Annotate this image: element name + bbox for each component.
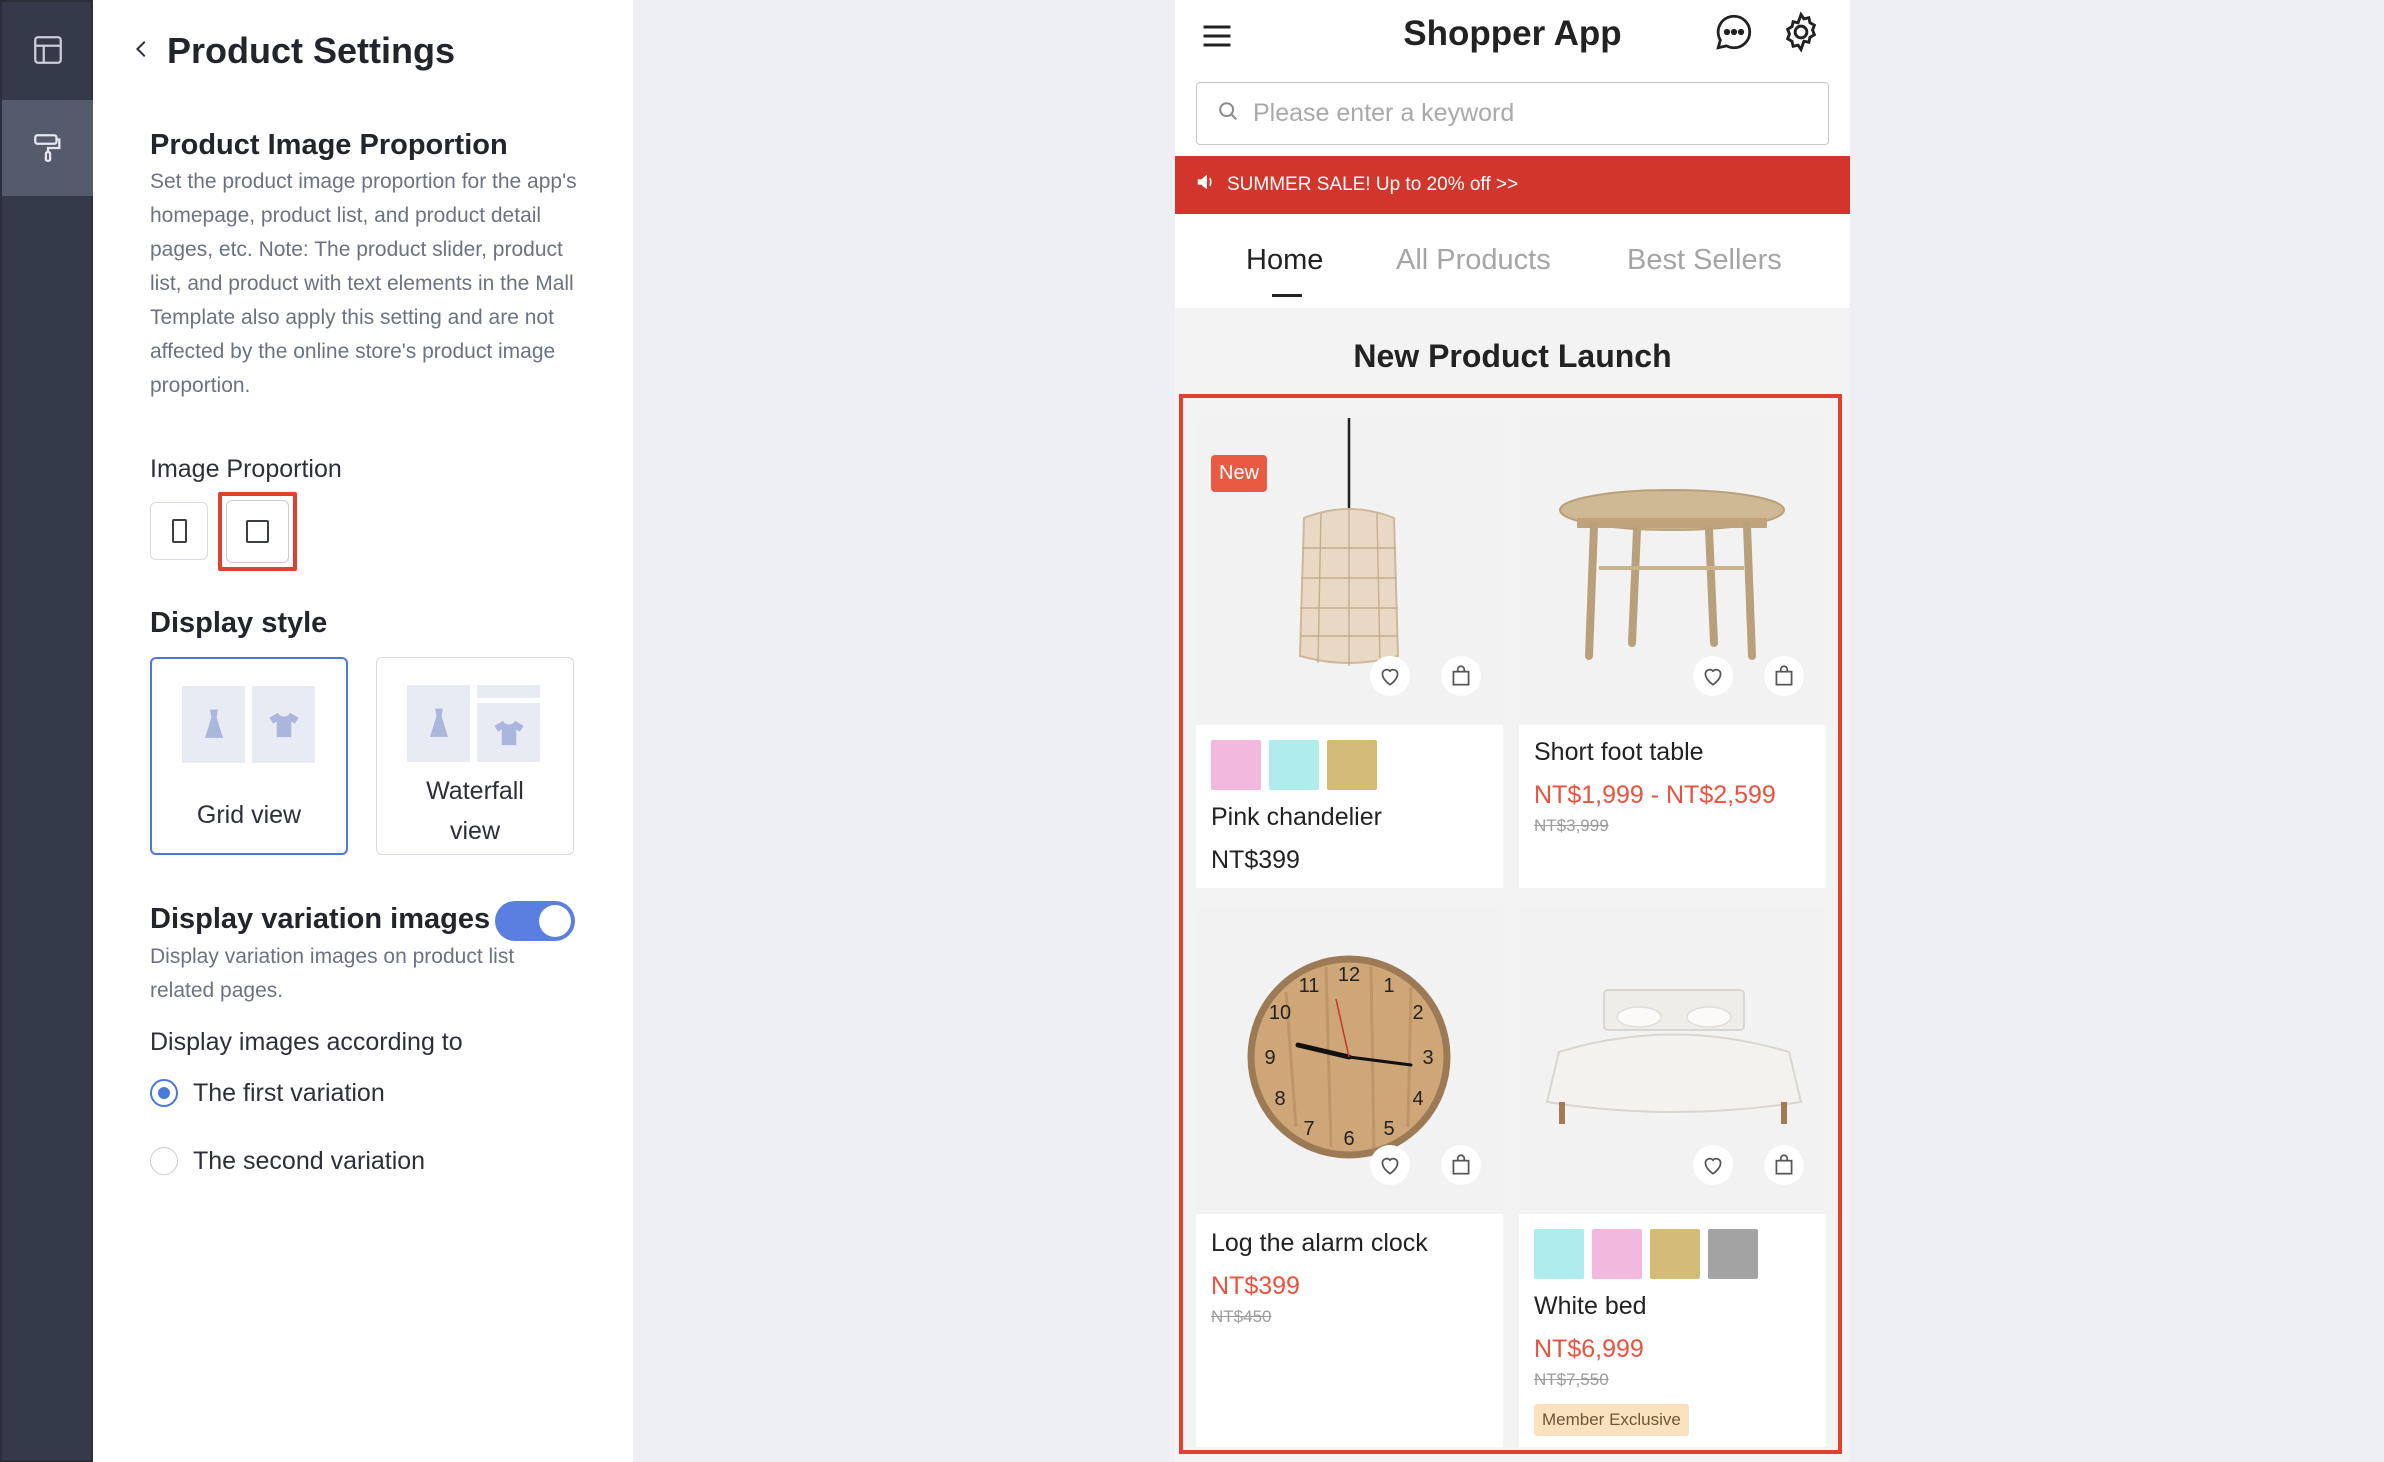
app-preview: Shopper App SUMMER SALE! Up to 20% off >…: [1175, 0, 1850, 1462]
panel-header: Product Settings: [131, 30, 455, 72]
waterfall-view-label: Waterfall view: [426, 777, 524, 845]
dress-icon: [407, 685, 470, 762]
tab-home[interactable]: Home: [1246, 244, 1323, 297]
waterfall-view-option[interactable]: Waterfall view: [376, 657, 574, 855]
second-variation-radio[interactable]: [150, 1147, 178, 1175]
product-grid-highlight: [1179, 394, 1842, 1454]
image-proportion-label: Image Proportion: [150, 455, 342, 483]
variation-images-toggle[interactable]: [495, 901, 575, 941]
gear-icon[interactable]: [1779, 10, 1823, 59]
page-title: Product Settings: [167, 30, 456, 71]
first-variation-radio[interactable]: [150, 1079, 178, 1107]
portrait-icon: [171, 519, 187, 543]
second-variation-label: The second variation: [193, 1147, 426, 1175]
promo-text: SUMMER SALE! Up to 20% off >>: [1227, 174, 1519, 195]
settings-panel: Product Settings Product Image Proportio…: [93, 0, 633, 1462]
tab-best-sellers[interactable]: Best Sellers: [1627, 244, 1782, 277]
chevron-left-icon[interactable]: [131, 38, 153, 65]
search-icon: [1217, 100, 1239, 127]
icon-rail: [0, 0, 93, 1462]
first-variation-label: The first variation: [193, 1079, 385, 1107]
portrait-ratio-button[interactable]: [150, 502, 208, 560]
dress-icon: [182, 686, 245, 763]
search-row: [1175, 72, 1850, 156]
square-ratio-button[interactable]: [218, 492, 297, 571]
layout-icon[interactable]: [2, 2, 93, 98]
variation-images-description: Display variation images on product list…: [150, 945, 515, 1002]
display-style-title: Display style: [150, 607, 328, 639]
square-icon: [246, 520, 269, 543]
search-box: [1196, 82, 1829, 145]
section-title: New Product Launch: [1353, 338, 1672, 374]
display-according-label: Display images according to: [150, 1028, 463, 1056]
image-proportion-title: Product Image Proportion: [150, 129, 508, 161]
variation-images-title: Display variation images: [150, 903, 491, 935]
image-proportion-description: Set the product image proportion for the…: [150, 170, 577, 397]
chat-icon[interactable]: [1713, 11, 1755, 58]
tab-bar: Home All Products Best Sellers: [1175, 214, 1850, 308]
speaker-icon: [1195, 171, 1217, 199]
promo-banner[interactable]: SUMMER SALE! Up to 20% off >>: [1175, 156, 1850, 214]
paint-roller-icon[interactable]: [2, 100, 93, 196]
tshirt-icon: [252, 686, 315, 763]
search-input[interactable]: [1253, 99, 1813, 128]
tab-all-products[interactable]: All Products: [1396, 244, 1551, 277]
grid-view-option[interactable]: Grid view: [150, 657, 348, 855]
waterfall-tile: [477, 685, 540, 698]
grid-view-label: Grid view: [196, 801, 302, 829]
tshirt-icon: [477, 703, 540, 762]
app-header: Shopper App: [1175, 0, 1850, 72]
